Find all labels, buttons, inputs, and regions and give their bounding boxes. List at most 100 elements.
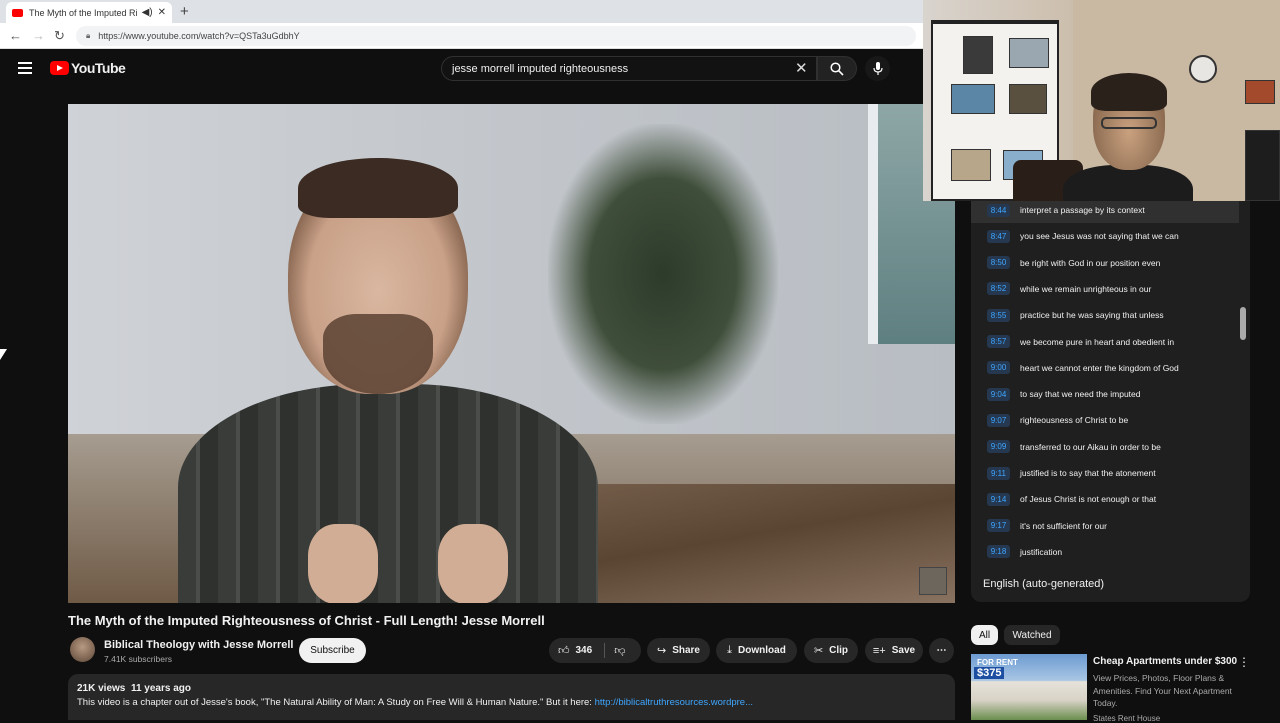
transcript-row[interactable]: 8:50 be right with God in our position ev… — [971, 250, 1239, 276]
like-count[interactable]: 346 — [576, 645, 593, 656]
more-actions-button[interactable]: ⋯ — [929, 638, 954, 663]
share-button[interactable]: ↪ Share — [647, 638, 710, 663]
channel-watermark[interactable] — [919, 567, 947, 595]
transcript-timestamp[interactable]: 8:52 — [987, 282, 1010, 296]
transcript-row[interactable]: 9:04 to say that we need the imputed — [971, 381, 1239, 407]
lock-icon: 🔒︎ — [86, 31, 91, 40]
save-label: Save — [891, 645, 916, 656]
description-link[interactable]: http://biblicaltruthresources.wordpre... — [595, 697, 753, 708]
transcript-text: righteousness of Christ to be — [1020, 415, 1129, 426]
transcript-row[interactable]: 9:17 it's not sufficient for our — [971, 513, 1239, 539]
transcript-timestamp[interactable]: 8:50 — [987, 256, 1010, 270]
transcript-scrollbar[interactable] — [1240, 307, 1246, 340]
search-icon — [830, 61, 844, 76]
transcript-text: transferred to our Aikau in order to be — [1020, 441, 1161, 452]
transcript-row[interactable]: 9:11 justified is to say that the atoneme… — [971, 460, 1239, 486]
transcript-language-button[interactable]: English (auto-generated) — [983, 578, 1104, 590]
transcript-text: of Jesus Christ is not enough or that — [1020, 494, 1157, 505]
transcript-row[interactable]: 9:07 righteousness of Christ to be — [971, 407, 1239, 433]
save-button[interactable]: ≡+ Save — [865, 638, 923, 663]
voice-search-button[interactable] — [865, 56, 890, 81]
transcript-text: be right with God in our position even — [1020, 257, 1161, 268]
channel-avatar[interactable] — [70, 637, 95, 662]
transcript-timestamp[interactable]: 9:14 — [987, 492, 1010, 506]
clip-button[interactable]: ✂ Clip — [804, 638, 858, 663]
channel-name[interactable]: Biblical Theology with Jesse Morrell — [104, 639, 294, 651]
dislike-icon[interactable]: 👎︎ — [614, 644, 625, 657]
back-arrow-icon[interactable]: ← — [9, 28, 22, 43]
view-stats: 21K views 11 years ago — [77, 683, 191, 694]
download-icon: ⤓ — [727, 644, 733, 656]
ad-title[interactable]: Cheap Apartments under $300 — [1093, 656, 1237, 667]
more-icon: ⋯ — [936, 645, 947, 656]
share-label: Share — [672, 645, 700, 656]
mic-icon — [872, 61, 883, 75]
new-tab-button[interactable]: + — [180, 3, 189, 20]
transcript-timestamp[interactable]: 9:00 — [987, 361, 1010, 375]
chip-all[interactable]: All — [971, 625, 998, 645]
transcript-row[interactable]: 9:00 heart we cannot enter the kingdom of… — [971, 355, 1239, 381]
description-text: This video is a chapter out of Jesse's b… — [77, 697, 753, 708]
download-button[interactable]: ⤓ Download — [716, 638, 797, 663]
transcript-timestamp[interactable]: 9:17 — [987, 519, 1010, 533]
clear-icon[interactable]: ✕ — [795, 59, 808, 77]
menu-icon[interactable] — [18, 62, 32, 74]
mouse-cursor-icon — [0, 349, 7, 360]
transcript-text: it's not sufficient for our — [1020, 520, 1107, 531]
reload-icon[interactable]: ↻ — [54, 28, 65, 44]
transcript-timestamp[interactable]: 9:18 — [987, 545, 1010, 559]
transcript-timestamp[interactable]: 9:04 — [987, 387, 1010, 401]
share-icon: ↪ — [656, 645, 667, 657]
ad-badge: FOR RENT — [977, 658, 1018, 667]
ad-description: View Prices, Photos, Floor Plans & Ameni… — [1093, 673, 1232, 708]
clip-icon: ✂ — [813, 645, 824, 657]
search-button[interactable] — [817, 56, 857, 81]
transcript-text: heart we cannot enter the kingdom of God — [1020, 362, 1179, 373]
transcript-timestamp[interactable]: 8:44 — [987, 203, 1010, 217]
transcript-timestamp[interactable]: 8:47 — [987, 229, 1010, 243]
transcript-row[interactable]: 9:09 transferred to our Aikau in order to… — [971, 434, 1239, 460]
speaker-icon[interactable]: ◀) — [142, 7, 153, 18]
transcript-text: to say that we need the imputed — [1020, 389, 1141, 400]
search-value: jesse morrell imputed righteousness — [452, 62, 629, 75]
transcript-timestamp[interactable]: 8:57 — [987, 335, 1010, 348]
like-dislike-group: 👍︎ 346 👎︎ — [549, 638, 641, 663]
logo-text: YouTube — [71, 60, 126, 76]
like-icon[interactable]: 👍︎ — [558, 644, 570, 657]
transcript-text: you see Jesus was not saying that we can — [1020, 231, 1179, 242]
youtube-logo[interactable]: YouTube — [50, 60, 126, 76]
transcript-text: justified is to say that the atonement — [1020, 468, 1156, 478]
youtube-favicon-icon — [12, 8, 23, 17]
video-player[interactable] — [68, 104, 955, 603]
upload-age: 11 years ago — [130, 683, 191, 694]
transcript-text: we become pure in heart and obedient in — [1020, 336, 1175, 347]
url-field[interactable]: 🔒︎ https://www.youtube.com/watch?v=QSTa3… — [76, 26, 916, 46]
transcript-row[interactable]: 8:52 while we remain unrighteous in our — [971, 276, 1239, 302]
transcript-timestamp[interactable]: 9:07 — [987, 413, 1010, 427]
view-count: 21K views — [77, 683, 126, 694]
transcript-row[interactable]: 8:47 you see Jesus was not saying that we… — [971, 223, 1239, 249]
transcript-timestamp[interactable]: 9:11 — [987, 466, 1010, 480]
transcript-text: justification — [1020, 546, 1063, 557]
transcript-row[interactable]: 8:55 practice but he was saying that unle… — [971, 302, 1239, 328]
youtube-header: YouTube jesse morrell imputed righteousn… — [0, 49, 924, 89]
ad-more-icon[interactable]: ⋮ — [1238, 655, 1250, 669]
transcript-timestamp[interactable]: 8:55 — [987, 308, 1010, 322]
tab-title: The Myth of the Imputed Ri — [29, 7, 137, 18]
ad-thumbnail[interactable]: FOR RENT $375 — [971, 654, 1087, 720]
browser-tab[interactable]: The Myth of the Imputed Ri ◀) ✕ — [6, 2, 172, 23]
subscriber-count: 7.41K subscribers — [104, 654, 173, 664]
transcript-timestamp[interactable]: 9:09 — [987, 440, 1010, 454]
forward-arrow-icon[interactable]: → — [32, 28, 45, 43]
transcript-row[interactable]: 8:57 we become pure in heart and obedient… — [971, 329, 1239, 355]
close-tab-icon[interactable]: ✕ — [158, 7, 166, 18]
search-input[interactable]: jesse morrell imputed righteousness — [441, 56, 817, 81]
address-bar-row: ← → ↻ 🔒︎ https://www.youtube.com/watch?v… — [0, 23, 924, 49]
subscribe-button[interactable]: Subscribe — [299, 638, 366, 663]
description-body: This video is a chapter out of Jesse's b… — [77, 697, 595, 708]
chip-watched[interactable]: Watched — [1004, 625, 1060, 645]
transcript-row[interactable]: 9:18 justification — [971, 539, 1239, 565]
transcript-text: while we remain unrighteous in our — [1020, 283, 1152, 294]
video-frame-speaker — [178, 158, 598, 603]
transcript-row[interactable]: 9:14 of Jesus Christ is not enough or tha… — [971, 486, 1239, 512]
